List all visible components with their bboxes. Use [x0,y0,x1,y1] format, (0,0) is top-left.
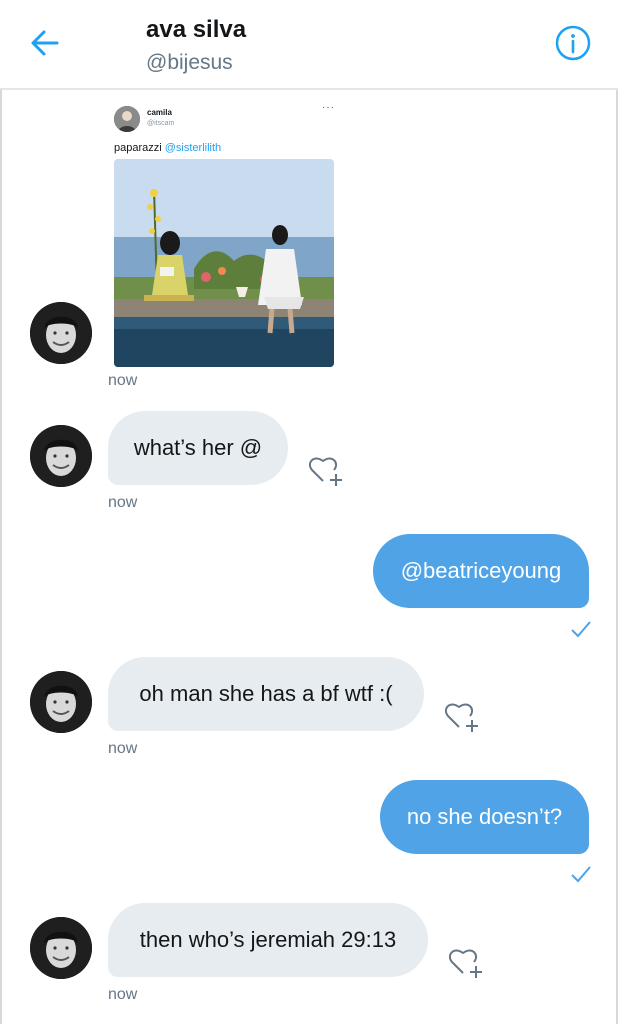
read-checkmark-icon [570,865,592,883]
tweet-photo[interactable] [114,159,334,367]
tweet-mention-link[interactable]: @sisterlilith [165,142,221,154]
tweet-text: paparazzi @sisterlilith [114,142,221,154]
shared-tweet-card[interactable]: camila @itscam ··· paparazzi @sisterlili… [108,96,344,374]
tweet-author-avatar [114,106,140,132]
conversation-title: ava silva [146,16,247,43]
conversation-header: ava silva @bijesus [0,0,618,90]
message-timestamp: now [108,372,138,389]
tweet-author-handle: @itscam [147,120,175,127]
conversation-handle: @bijesus [146,51,233,74]
read-checkmark-icon [570,620,592,638]
info-icon[interactable] [555,25,591,61]
outgoing-message-bubble[interactable]: no she doesn’t? [380,780,589,854]
incoming-message-bubble[interactable]: what’s her @ [108,411,288,485]
message-timestamp: now [108,986,138,1003]
contact-avatar[interactable] [30,425,92,487]
window-border-left [0,0,2,1024]
back-arrow-icon[interactable] [28,26,62,60]
tweet-author-name: camila [147,108,172,117]
contact-avatar[interactable] [30,302,92,364]
incoming-message-bubble[interactable]: oh man she has a bf wtf :( [108,657,424,731]
like-heart-icon[interactable] [306,450,344,488]
like-heart-icon[interactable] [442,696,480,734]
tweet-body-text: paparazzi [114,142,165,154]
like-heart-icon[interactable] [446,942,484,980]
incoming-message-bubble[interactable]: then who’s jeremiah 29:13 [108,903,428,977]
contact-avatar[interactable] [30,917,92,979]
outgoing-message-bubble[interactable]: @beatriceyoung [373,534,589,608]
more-options-icon[interactable]: ··· [322,102,335,113]
message-timestamp: now [108,740,138,757]
message-timestamp: now [108,494,138,511]
contact-avatar[interactable] [30,671,92,733]
